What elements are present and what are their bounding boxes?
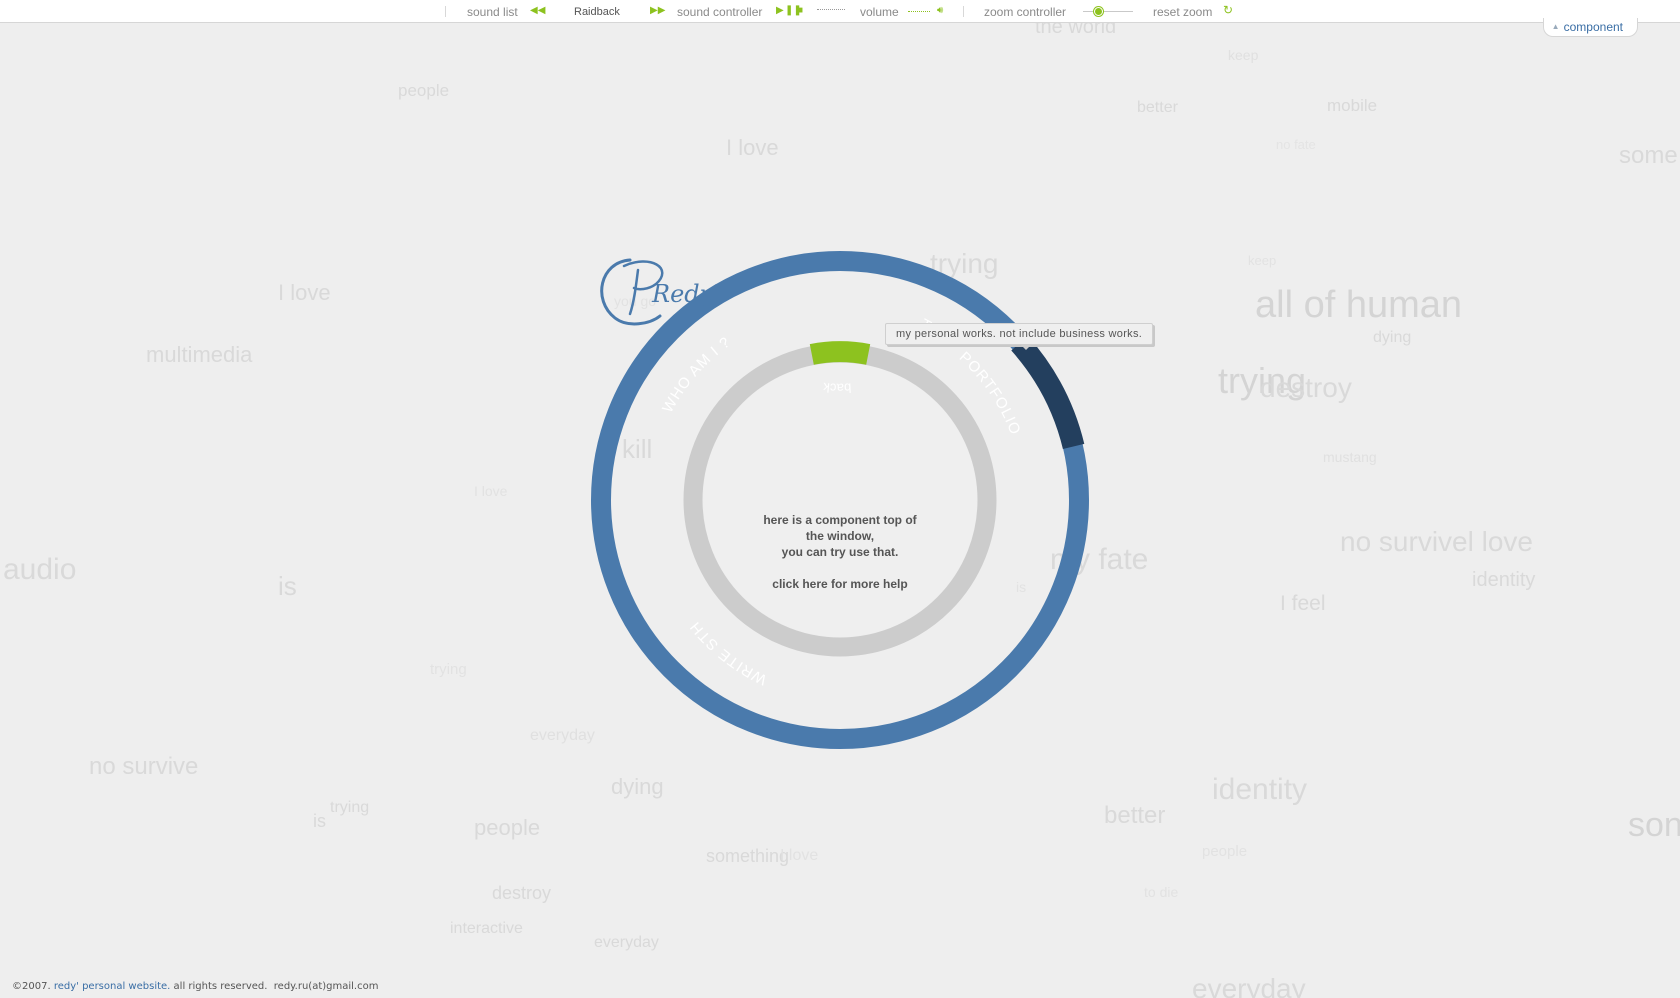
background-word: destroy xyxy=(492,883,552,903)
background-word: multimedia xyxy=(146,342,253,367)
zoom-slider-handle[interactable] xyxy=(1094,7,1103,16)
background-word: some xyxy=(1619,142,1678,169)
play-icon[interactable]: ▶ xyxy=(776,4,784,18)
component-tab[interactable]: ▲ component xyxy=(1542,18,1638,37)
track-name[interactable]: Raidback xyxy=(574,6,620,18)
background-word: people xyxy=(398,81,450,100)
background-word: no fate xyxy=(1276,137,1316,152)
background-word: something xyxy=(706,846,790,866)
background-word: is xyxy=(313,811,326,831)
background-word: is xyxy=(278,571,297,601)
stop-icon[interactable]: ■ xyxy=(797,4,803,18)
help-line: here is a component top of xyxy=(763,513,917,527)
background-word: all of human xyxy=(1255,284,1463,326)
tab-bullet-icon: ▲ xyxy=(1551,22,1560,31)
background-word: people xyxy=(474,815,541,840)
background-word: son xyxy=(1628,806,1680,844)
background-word: better xyxy=(1104,802,1166,829)
sound-progress xyxy=(817,9,845,10)
redy-logo: Redy' xyxy=(600,258,720,326)
background-word: I feel xyxy=(1280,592,1326,615)
background-word: I love xyxy=(474,483,508,499)
background-word: mustang xyxy=(1323,449,1377,465)
component-tab-label: component xyxy=(1563,20,1623,34)
tooltip-text: my personal works. not include business … xyxy=(896,328,1143,340)
volume-slider-track[interactable] xyxy=(908,11,930,13)
footer-rights: all rights reserved. xyxy=(173,981,268,992)
background-word: trying xyxy=(330,799,370,816)
sound-list-label: sound list xyxy=(467,5,518,19)
toolbar-divider xyxy=(963,6,964,17)
background-word: identity xyxy=(1212,773,1308,806)
back-button[interactable]: back xyxy=(822,380,852,396)
background-word: no survivel love xyxy=(1340,526,1533,557)
background-word: mobile xyxy=(1327,96,1378,115)
inner-disc xyxy=(703,363,977,637)
footer: ©2007. redy' personal website. all right… xyxy=(12,981,378,992)
background-word: dying xyxy=(611,774,664,799)
background-word: interactive xyxy=(450,920,523,937)
background-word: I love xyxy=(726,135,779,160)
fast-forward-icon[interactable]: ▶▶ xyxy=(650,4,665,18)
volume-label: volume xyxy=(860,5,899,19)
tooltip-pointer xyxy=(1020,344,1032,350)
top-toolbar: sound list ◀◀ Raidback ▶▶ sound controll… xyxy=(0,0,1680,23)
background-word: I love xyxy=(780,847,819,864)
background-word: I love xyxy=(278,280,331,305)
background-word: everyday xyxy=(1192,973,1306,998)
reset-zoom-label[interactable]: reset zoom xyxy=(1153,5,1212,19)
background-word: destroy xyxy=(1260,372,1352,403)
background-word: everyday xyxy=(594,934,659,951)
background-word: audio xyxy=(3,553,77,586)
portfolio-segment-highlight[interactable] xyxy=(1011,335,1085,450)
background-word: dying xyxy=(1373,329,1412,346)
refresh-icon[interactable]: ↻ xyxy=(1223,3,1233,17)
background-word: keep xyxy=(1228,47,1259,63)
back-tab-shape[interactable] xyxy=(809,341,871,365)
more-help-link[interactable]: click here for more help xyxy=(740,576,940,592)
toolbar-divider xyxy=(445,6,446,17)
background-word: trying xyxy=(430,661,467,678)
help-line: you can try use that. xyxy=(781,545,899,559)
rewind-icon[interactable]: ◀◀ xyxy=(530,4,545,18)
background-word: to die xyxy=(1144,884,1179,900)
background-word: everyday xyxy=(530,727,595,744)
footer-copyright: ©2007. xyxy=(12,981,51,992)
portfolio-tooltip: my personal works. not include business … xyxy=(885,323,1154,350)
background-word: no survive xyxy=(89,753,199,780)
zoom-slider-track[interactable] xyxy=(1083,11,1133,12)
help-line: the window, xyxy=(805,529,875,543)
background-word: better xyxy=(1137,99,1178,116)
background-word: keep xyxy=(1248,253,1277,268)
logo-text: Redy' xyxy=(651,280,720,308)
speaker-icon[interactable]: 🔊︎ xyxy=(937,4,943,18)
background-word: identity xyxy=(1472,569,1536,591)
footer-site-link[interactable]: redy' personal website. xyxy=(54,981,171,992)
zoom-controller-label: zoom controller xyxy=(984,5,1067,19)
background-word: people xyxy=(1202,843,1248,860)
help-text-block: here is a component top of the window, y… xyxy=(740,512,940,592)
sound-controller-label: sound controller xyxy=(677,5,763,19)
footer-email[interactable]: redy.ru(at)gmail.com xyxy=(274,981,379,992)
